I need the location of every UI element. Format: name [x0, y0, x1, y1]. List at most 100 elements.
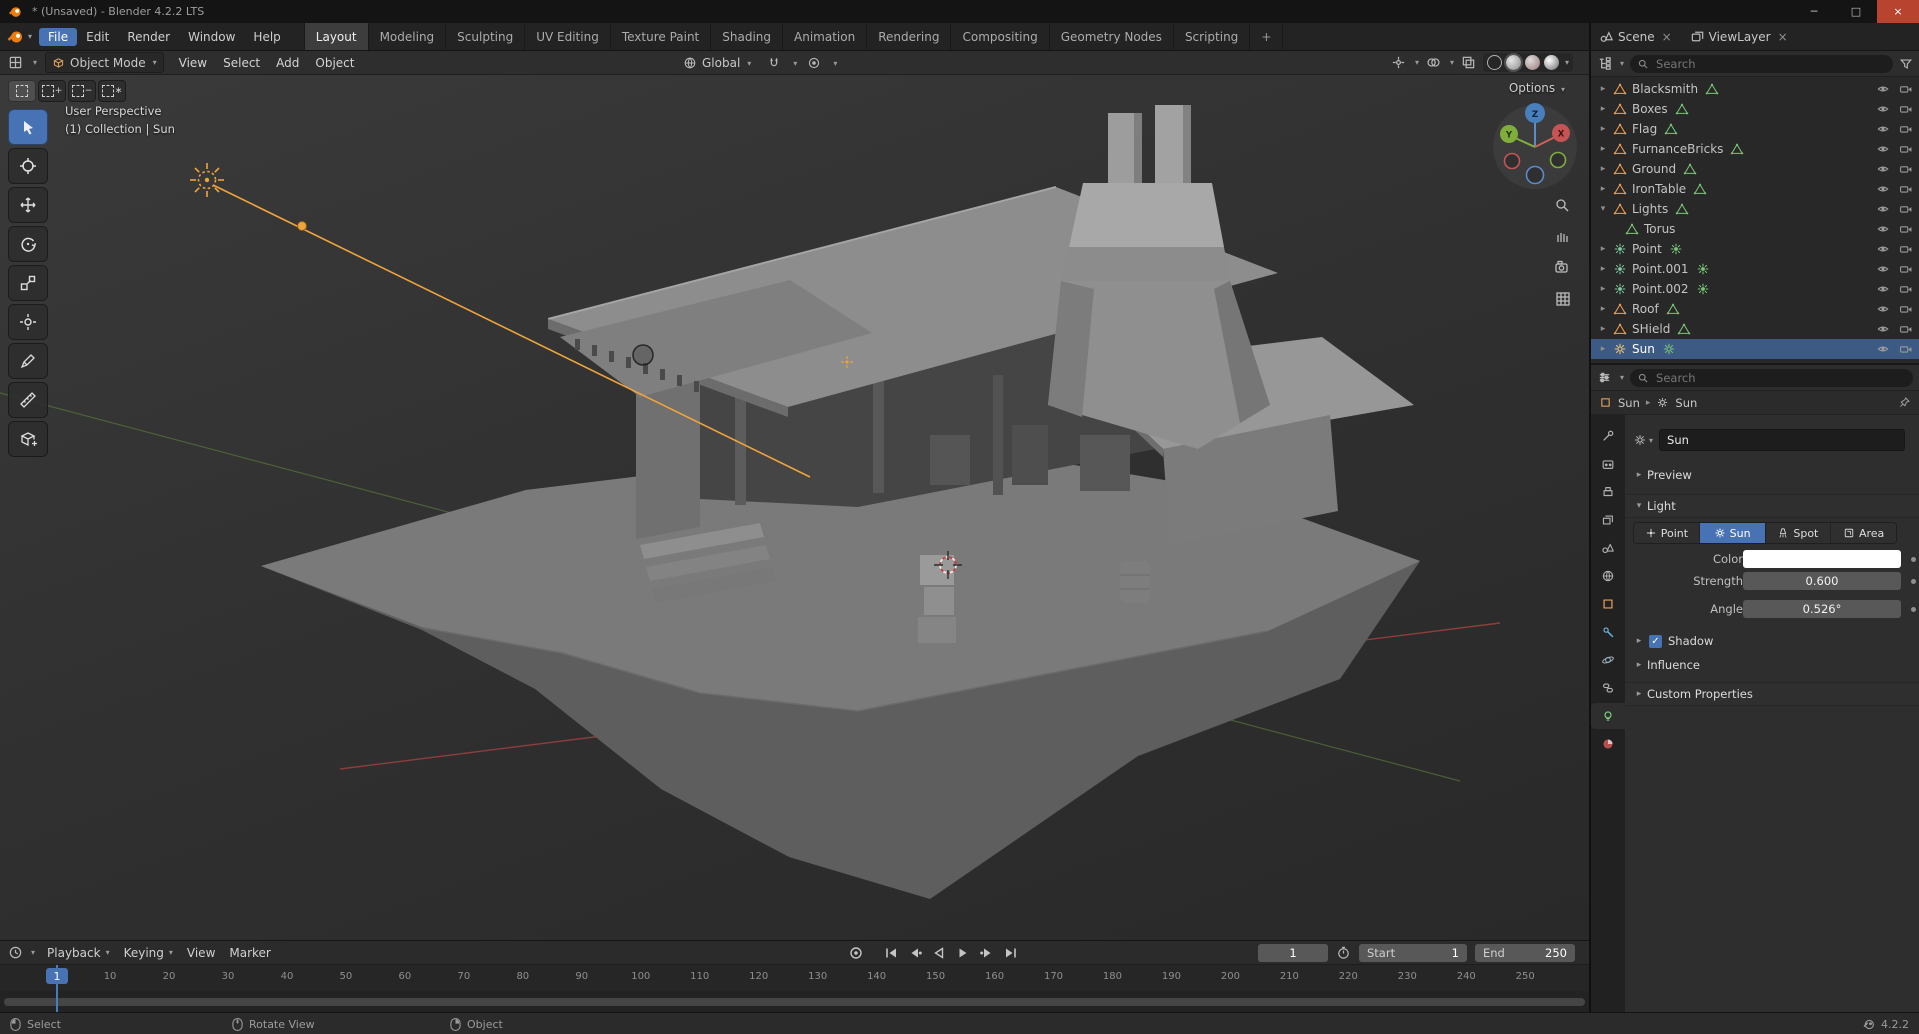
play-reverse-button[interactable] [928, 944, 950, 962]
add-workspace-tab[interactable]: + [1249, 23, 1283, 50]
select-mode-subtract-button[interactable]: − [68, 80, 96, 102]
workspace-tab-compositing[interactable]: Compositing [950, 23, 1048, 50]
chevron-right-icon[interactable]: ▸ [1597, 344, 1609, 354]
chevron-right-icon[interactable]: ▸ [1597, 244, 1609, 254]
animate-dot-icon[interactable] [1911, 579, 1916, 584]
outliner-row-point[interactable]: ▸Point [1591, 239, 1919, 259]
snap-magnet-icon[interactable] [767, 56, 781, 70]
animate-dot-icon[interactable] [1911, 607, 1916, 612]
tool-options-dropdown[interactable]: Options ▾ [1509, 81, 1565, 95]
pin-icon[interactable] [1898, 396, 1911, 409]
workspace-tab-shading[interactable]: Shading [710, 23, 782, 50]
chevron-right-icon[interactable]: ▸ [1597, 284, 1609, 294]
visibility-eye-icon[interactable] [1876, 162, 1890, 176]
nav-gizmo[interactable]: Z Y X [1493, 103, 1577, 189]
chevron-right-icon[interactable]: ▸ [1597, 144, 1609, 154]
show-overlays-icon[interactable] [1426, 55, 1441, 70]
outliner-search-input[interactable] [1654, 56, 1886, 72]
viewport-menu-object[interactable]: Object [308, 55, 361, 71]
color-swatch[interactable] [1743, 550, 1901, 568]
app-menu-help[interactable]: Help [244, 28, 289, 46]
transform-orientation-selector[interactable]: Global ▾ [677, 54, 757, 73]
visibility-eye-icon[interactable] [1876, 322, 1890, 336]
visibility-eye-icon[interactable] [1876, 122, 1890, 136]
timeline-menu-marker[interactable]: Marker [223, 945, 276, 961]
render-camera-icon[interactable] [1899, 342, 1913, 356]
select-mode-set-button[interactable] [8, 80, 36, 102]
proportional-editing-icon[interactable] [807, 56, 821, 70]
visibility-eye-icon[interactable] [1876, 182, 1890, 196]
tool-add-cube[interactable] [8, 421, 48, 457]
properties-tab-object-data[interactable] [1591, 703, 1625, 729]
tool-scale[interactable] [8, 265, 48, 301]
visibility-eye-icon[interactable] [1876, 202, 1890, 216]
visibility-eye-icon[interactable] [1876, 262, 1890, 276]
render-camera-icon[interactable] [1899, 182, 1913, 196]
render-camera-icon[interactable] [1899, 282, 1913, 296]
breadcrumb-object[interactable]: Sun [1618, 396, 1640, 410]
outliner-row-irontable[interactable]: ▸IronTable [1591, 179, 1919, 199]
outliner-editor-icon[interactable] [1597, 56, 1612, 71]
visibility-eye-icon[interactable] [1876, 282, 1890, 296]
properties-editor-icon[interactable] [1597, 370, 1612, 385]
blender-menu-button[interactable]: ▾ [0, 23, 39, 50]
workspace-tab-rendering[interactable]: Rendering [866, 23, 950, 50]
app-menu-window[interactable]: Window [179, 28, 244, 46]
current-frame-chip[interactable]: 1 [46, 968, 68, 984]
custom-properties-section-header[interactable]: ▸ Custom Properties [1625, 682, 1919, 706]
tool-cursor[interactable] [8, 148, 48, 184]
tool-rotate[interactable] [8, 226, 48, 262]
properties-search-input[interactable] [1654, 370, 1906, 386]
jump-to-prev-keyframe-button[interactable] [904, 944, 926, 962]
outliner-search[interactable] [1630, 55, 1893, 73]
properties-tab-render[interactable] [1593, 451, 1623, 477]
tool-transform[interactable] [8, 304, 48, 340]
strength-field[interactable]: 0.600 [1743, 572, 1901, 590]
render-camera-icon[interactable] [1899, 82, 1913, 96]
camera-view-button[interactable] [1550, 255, 1576, 281]
tool-move[interactable] [8, 187, 48, 223]
render-camera-icon[interactable] [1899, 322, 1913, 336]
viewport-menu-view[interactable]: View [172, 55, 214, 71]
timeline-ruler[interactable]: 1020304050607080901001101201301401501601… [0, 965, 1589, 991]
shading-solid-icon[interactable] [1506, 55, 1521, 70]
scene-unlink-icon[interactable]: × [1660, 30, 1674, 44]
shadow-checkbox[interactable]: ✓ [1649, 635, 1662, 648]
maximize-button[interactable]: □ [1835, 0, 1877, 23]
visibility-eye-icon[interactable] [1876, 342, 1890, 356]
visibility-eye-icon[interactable] [1876, 82, 1890, 96]
chevron-right-icon[interactable]: ▸ [1597, 264, 1609, 274]
workspace-tab-sculpting[interactable]: Sculpting [445, 23, 524, 50]
viewport-canvas[interactable]: Z Y X [0, 75, 1589, 940]
properties-tab-material[interactable] [1593, 731, 1623, 757]
chevron-right-icon[interactable]: ▸ [1597, 84, 1609, 94]
outliner-row-flag[interactable]: ▸Flag [1591, 119, 1919, 139]
properties-tab-physics[interactable] [1593, 647, 1623, 673]
show-gizmo-icon[interactable] [1391, 55, 1406, 70]
jump-to-end-button[interactable] [1000, 944, 1022, 962]
timeline-scrollbar[interactable] [4, 998, 1585, 1006]
app-menu-file[interactable]: File [39, 28, 77, 46]
outliner-row-torus[interactable]: Torus [1591, 219, 1919, 239]
light-type-point[interactable]: Point [1634, 523, 1699, 543]
chevron-right-icon[interactable]: ▸ [1597, 324, 1609, 334]
chevron-right-icon[interactable]: ▸ [1597, 124, 1609, 134]
shading-material-icon[interactable] [1525, 55, 1540, 70]
shading-rendered-icon[interactable] [1544, 55, 1559, 70]
render-camera-icon[interactable] [1899, 102, 1913, 116]
render-camera-icon[interactable] [1899, 122, 1913, 136]
light-type-spot[interactable]: Spot [1765, 523, 1831, 543]
properties-tab-view-layer[interactable] [1593, 507, 1623, 533]
render-camera-icon[interactable] [1899, 202, 1913, 216]
visibility-eye-icon[interactable] [1876, 102, 1890, 116]
close-button[interactable]: × [1877, 0, 1919, 23]
mode-selector[interactable]: Object Mode ▾ [45, 52, 164, 73]
viewlayer-unlink-icon[interactable]: × [1776, 30, 1790, 44]
properties-tab-output[interactable] [1593, 479, 1623, 505]
outliner-row-blacksmith[interactable]: ▸Blacksmith [1591, 79, 1919, 99]
light-type-area[interactable]: Area [1830, 523, 1896, 543]
timeline-menu-playback[interactable]: Playback▾ [41, 945, 116, 961]
properties-tab-world[interactable] [1593, 563, 1623, 589]
properties-tab-modifiers[interactable] [1593, 619, 1623, 645]
properties-tab-object[interactable] [1593, 591, 1623, 617]
